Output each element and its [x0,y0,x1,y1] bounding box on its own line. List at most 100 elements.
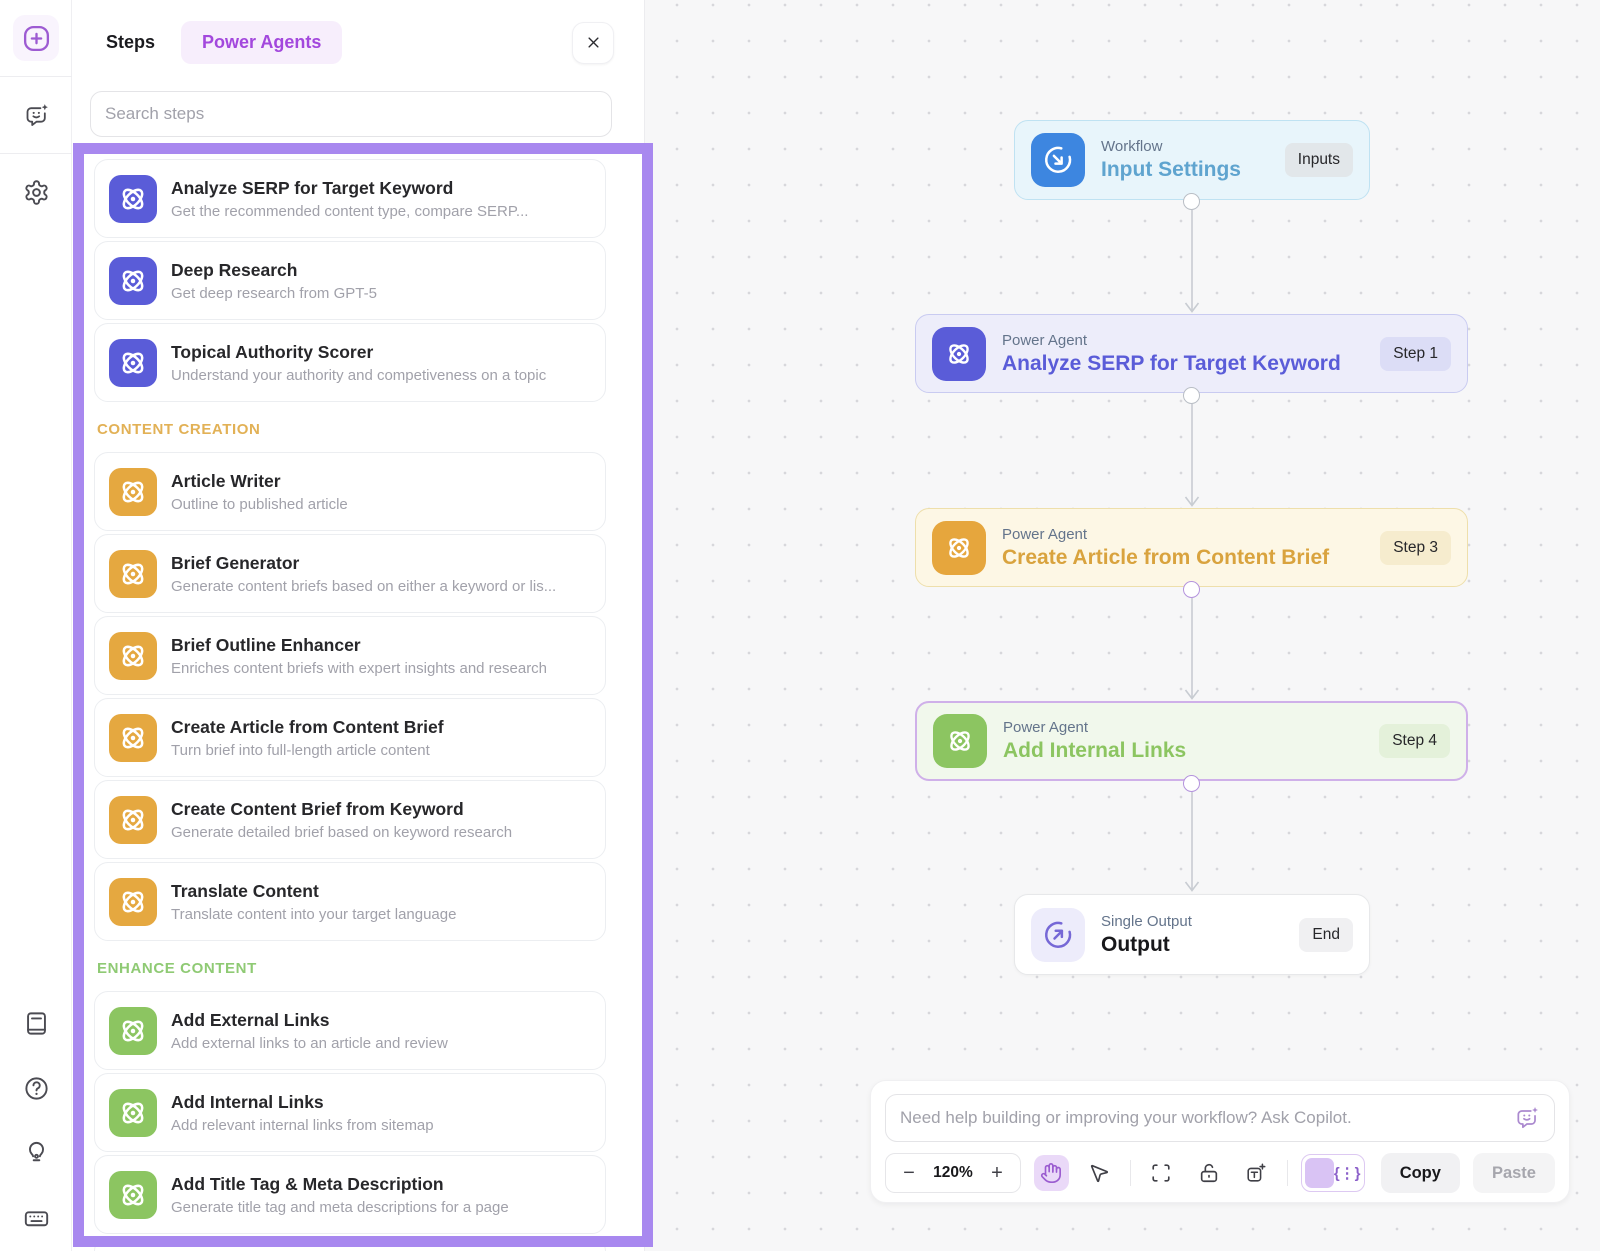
step-description: Generate detailed brief based on keyword… [171,824,512,841]
step-description: Turn brief into full-length article cont… [171,742,444,759]
edge-arrow [1183,792,1201,892]
panel-header: Steps Power Agents [72,0,644,64]
step-description: Outline to published article [171,496,348,513]
question-circle-icon [23,1075,50,1102]
node-create-article[interactable]: Power Agent Create Article from Content … [915,508,1468,587]
list-item-add-internal-links[interactable]: Add Internal Links Add relevant internal… [94,1073,606,1152]
list-item-create-content-brief[interactable]: Create Content Brief from Keyword Genera… [94,780,606,859]
power-agent-atom-icon [109,175,157,223]
connector-handle[interactable] [1183,775,1200,792]
end-badge: End [1299,918,1353,952]
connector-handle[interactable] [1183,193,1200,210]
list-item-add-title-tag[interactable]: Add Title Tag & Meta Description Generat… [94,1155,606,1234]
step-title: Create Content Brief from Keyword [171,799,512,820]
gear-icon [23,179,50,206]
node-kind: Single Output [1101,913,1192,930]
node-kind: Power Agent [1002,332,1341,349]
lock-icon [1198,1162,1220,1184]
zoom-out-button[interactable]: − [892,1156,926,1190]
zoom-in-button[interactable]: + [980,1156,1014,1190]
search-steps-input[interactable] [105,104,597,124]
select-tool-button[interactable] [1082,1155,1117,1191]
step-description: Translate content into your target langu… [171,906,456,923]
toolbar-divider [1130,1160,1131,1186]
braces-icon: {⋮} [1334,1164,1361,1182]
lock-canvas-button[interactable] [1191,1155,1226,1191]
copilot-chat-button[interactable] [0,77,72,153]
close-panel-button[interactable] [572,22,614,64]
tab-steps[interactable]: Steps [106,32,155,53]
ask-copilot-box [885,1094,1555,1142]
list-item-translate-content[interactable]: Translate Content Translate content into… [94,862,606,941]
list-item-brief-outline-enhancer[interactable]: Brief Outline Enhancer Enriches content … [94,616,606,695]
power-agent-atom-icon [109,796,157,844]
lightbulb-icon [23,1140,50,1167]
variables-view-toggle[interactable]: {⋮} [1301,1154,1365,1192]
settings-button[interactable] [0,154,72,230]
node-title: Output [1101,933,1192,957]
tools-row: − 120% + {⋮} Copy Paste [885,1153,1555,1193]
steps-list: Analyze SERP for Target Keyword Get the … [72,137,644,1251]
step-description: Enriches content briefs with expert insi… [171,660,547,677]
power-agent-atom-icon [932,327,986,381]
docs-button[interactable] [23,1010,50,1042]
edge-arrow [1183,404,1201,507]
shortcuts-button[interactable] [23,1205,50,1237]
add-text-button[interactable] [1239,1155,1274,1191]
connector-handle[interactable] [1183,387,1200,404]
fit-view-button[interactable] [1143,1155,1178,1191]
single-output-icon [1031,908,1085,962]
workflow-canvas[interactable]: Workflow Input Settings Inputs Power Age… [645,0,1600,1251]
power-agent-atom-icon [109,1171,157,1219]
step-description: Get the recommended content type, compar… [171,203,528,220]
node-output[interactable]: Single Output Output End [1014,894,1370,975]
help-button[interactable] [23,1075,50,1107]
list-item-brief-generator[interactable]: Brief Generator Generate content briefs … [94,534,606,613]
copy-button[interactable]: Copy [1381,1153,1460,1193]
ideas-button[interactable] [23,1140,50,1172]
hand-tool-button[interactable] [1034,1155,1069,1191]
power-agent-atom-icon [109,257,157,305]
hand-icon [1040,1162,1062,1184]
ask-copilot-input[interactable] [900,1108,1504,1128]
node-kind: Power Agent [1002,526,1329,543]
node-analyze-serp[interactable]: Power Agent Analyze SERP for Target Keyw… [915,314,1468,393]
connector-handle[interactable] [1183,581,1200,598]
step-badge: Step 1 [1380,337,1451,371]
workflow-builder-app: Steps Power Agents Analyze SERP for Targ… [0,0,1600,1251]
power-agent-atom-icon [932,521,986,575]
power-agent-atom-icon [109,1089,157,1137]
step-title: Create Article from Content Brief [171,717,444,738]
node-input-settings[interactable]: Workflow Input Settings Inputs [1014,120,1370,200]
node-kind: Workflow [1101,138,1241,155]
left-rail [0,0,72,1251]
list-item-analyze-serp[interactable]: Analyze SERP for Target Keyword Get the … [94,159,606,238]
step-title: Brief Generator [171,553,556,574]
list-item-article-writer[interactable]: Article Writer Outline to published arti… [94,452,606,531]
list-item-deep-research[interactable]: Deep Research Get deep research from GPT… [94,241,606,320]
copilot-chat-icon [23,102,50,129]
inputs-badge: Inputs [1285,143,1353,177]
power-agent-atom-icon [109,878,157,926]
list-item-topical-authority[interactable]: Topical Authority Scorer Understand your… [94,323,606,402]
paste-button[interactable]: Paste [1473,1153,1555,1193]
power-agent-atom-icon [933,714,987,768]
tab-power-agents[interactable]: Power Agents [181,21,342,64]
list-item-create-article[interactable]: Create Article from Content Brief Turn b… [94,698,606,777]
power-agent-atom-icon [109,468,157,516]
plus-icon [13,15,59,61]
node-title: Create Article from Content Brief [1002,546,1329,570]
step-title: Add Title Tag & Meta Description [171,1174,509,1195]
add-step-button[interactable] [0,0,72,76]
search-steps-box [90,91,612,137]
list-item-add-external-links[interactable]: Add External Links Add external links to… [94,991,606,1070]
toolbar-divider [1287,1160,1288,1186]
power-agent-atom-icon [109,714,157,762]
power-agent-atom-icon [109,1007,157,1055]
frame-icon [1150,1162,1172,1184]
list-item-partial[interactable] [94,1237,606,1251]
power-agent-atom-icon [109,339,157,387]
edge-arrow [1183,598,1201,700]
step-title: Deep Research [171,260,377,281]
node-add-internal-links[interactable]: Power Agent Add Internal Links Step 4 [915,701,1468,781]
